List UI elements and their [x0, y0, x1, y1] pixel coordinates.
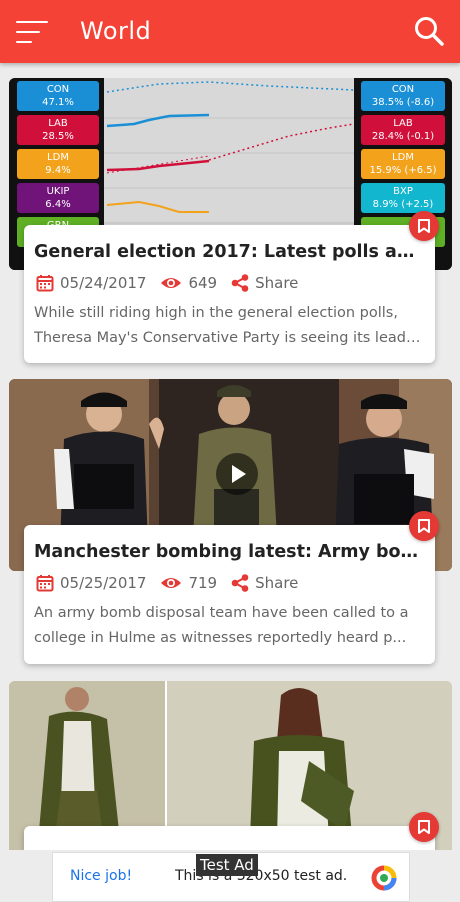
- poll-party-value: 15.9% (+6.5): [369, 165, 437, 176]
- poll-party-value: 28.4% (-0.1): [371, 131, 435, 142]
- poll-party-box: LDM 9.4%: [17, 149, 99, 179]
- app-bar: World: [0, 0, 460, 63]
- article-feed[interactable]: CON47.1%LAB28.5%LDM9.4%UKIP6.4%GRN CON38…: [0, 63, 460, 850]
- article-title[interactable]: Manchester bombing latest: Army bomb di.…: [34, 540, 423, 564]
- search-icon[interactable]: [412, 14, 446, 48]
- poll-party-name: LAB: [48, 118, 68, 129]
- page-title: World: [80, 17, 152, 45]
- bookmark-icon: [418, 820, 430, 834]
- calendar-icon: [36, 575, 54, 592]
- bookmark-icon: [418, 219, 430, 233]
- share-button[interactable]: Share: [231, 274, 298, 292]
- ad-logo-icon: [371, 865, 397, 891]
- article-excerpt: An army bomb disposal team have been cal…: [34, 605, 409, 646]
- poll-party-value: 9.4%: [45, 165, 71, 176]
- poll-party-value: 28.5%: [42, 131, 74, 142]
- poll-party-name: LDM: [392, 152, 414, 163]
- bookmark-button[interactable]: [409, 511, 439, 541]
- bookmark-icon: [418, 519, 430, 533]
- article-views: 649: [188, 274, 218, 292]
- test-ad-tag: Test Ad: [196, 854, 258, 876]
- eye-icon: [161, 578, 182, 588]
- article-excerpt: While still riding high in the general e…: [34, 305, 406, 346]
- poll-party-name: CON: [46, 84, 70, 95]
- share-icon: [231, 274, 249, 292]
- article-date: 05/25/2017: [60, 574, 147, 592]
- poll-party-box: CON 47.1%: [17, 81, 99, 111]
- play-button[interactable]: [216, 453, 258, 495]
- article-title[interactable]: General election 2017: Latest polls and …: [34, 240, 423, 264]
- poll-party-name: UKIP: [46, 186, 70, 197]
- play-icon: [232, 465, 246, 483]
- poll-party-value: 47.1%: [42, 97, 74, 108]
- poll-party-box: LAB 28.4% (-0.1): [361, 115, 445, 145]
- poll-party-box: BXP 8.9% (+2.5): [361, 183, 445, 213]
- poll-party-name: BXP: [393, 186, 413, 197]
- article-views: 719: [188, 574, 218, 592]
- poll-party-box: CON 38.5% (-8.6): [361, 81, 445, 111]
- poll-party-value: 8.9% (+2.5): [372, 199, 434, 210]
- poll-party-box: UKIP 6.4%: [17, 183, 99, 213]
- share-label: Share: [255, 274, 299, 292]
- share-label: Share: [255, 574, 299, 592]
- eye-icon: [161, 278, 182, 288]
- ad-nice-text: Nice job!: [70, 868, 133, 884]
- share-button[interactable]: Share: [231, 574, 298, 592]
- poll-party-value: 38.5% (-8.6): [371, 97, 435, 108]
- poll-party-name: CON: [391, 84, 415, 95]
- poll-party-box: LDM 15.9% (+6.5): [361, 149, 445, 179]
- poll-party-name: LDM: [47, 152, 69, 163]
- calendar-icon: [36, 275, 54, 292]
- poll-party-name: LAB: [393, 118, 413, 129]
- poll-party-value: 6.4%: [45, 199, 71, 210]
- bookmark-button[interactable]: [409, 211, 439, 241]
- article-meta: 05/24/2017 649 Share: [36, 272, 312, 294]
- article-thumbnail[interactable]: [9, 681, 452, 850]
- article-date: 05/24/2017: [60, 274, 147, 292]
- article-card[interactable]: Manchester bombing latest: Army bomb di.…: [24, 511, 439, 664]
- poll-party-box: LAB 28.5%: [17, 115, 99, 145]
- share-icon: [231, 574, 249, 592]
- menu-icon[interactable]: [16, 21, 48, 43]
- fashion-photo: [9, 681, 452, 850]
- article-card[interactable]: General election 2017: Latest polls and …: [24, 211, 439, 363]
- article-meta: 05/25/2017 719 Share: [36, 572, 312, 594]
- bookmark-button[interactable]: [409, 812, 439, 842]
- article-card[interactable]: [24, 812, 439, 850]
